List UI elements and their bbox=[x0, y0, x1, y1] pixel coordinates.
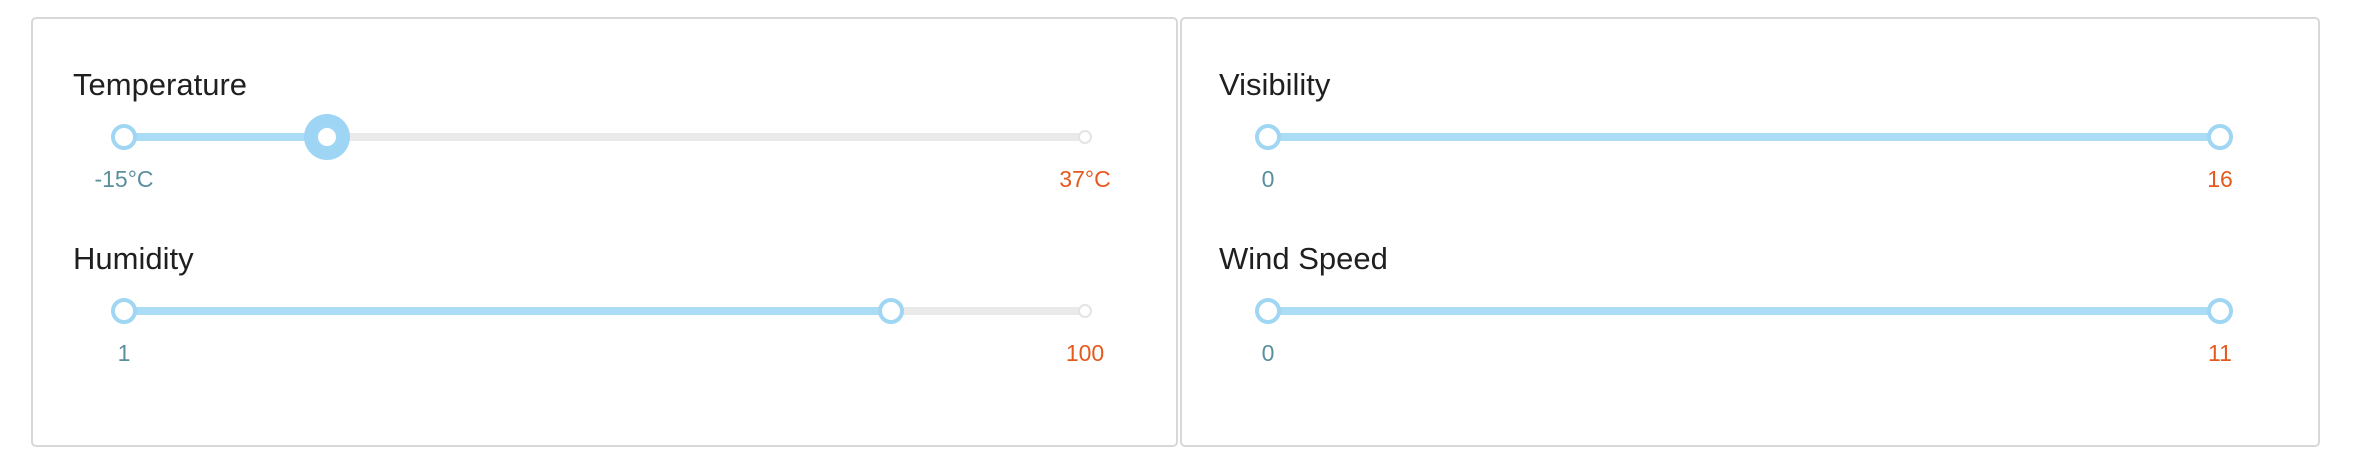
humidity-min-handle[interactable] bbox=[111, 298, 137, 324]
humidity-max-handle[interactable] bbox=[877, 298, 904, 324]
wind-speed-max-value: 11 bbox=[2208, 340, 2232, 366]
wind-speed-min-handle[interactable] bbox=[1255, 298, 1281, 324]
visibility-slider[interactable] bbox=[1255, 117, 2233, 157]
wind-speed-range-fill bbox=[1268, 307, 2220, 315]
wind-speed-min-value: 0 bbox=[1261, 340, 1275, 366]
humidity-label: Humidity bbox=[73, 241, 194, 276]
visibility-max-handle[interactable] bbox=[2207, 124, 2233, 150]
humidity-min-value: 1 bbox=[117, 340, 131, 366]
visibility-min-value: 0 bbox=[1261, 166, 1275, 192]
humidity-track-end bbox=[1078, 304, 1092, 318]
humidity-slider[interactable] bbox=[111, 291, 1092, 331]
humidity-range-fill bbox=[124, 307, 891, 315]
filter-panel-right: Visibility 0 16 Wind Speed 0 11 bbox=[1180, 17, 2320, 447]
humidity-max-value: 100 bbox=[1065, 340, 1105, 366]
temperature-track-end bbox=[1078, 130, 1092, 144]
visibility-min-handle[interactable] bbox=[1255, 124, 1281, 150]
temperature-min-handle[interactable] bbox=[111, 124, 137, 150]
wind-speed-slider[interactable] bbox=[1255, 291, 2233, 331]
filter-panel-left: Temperature -15°C 37°C Humidity 1 100 bbox=[31, 17, 1178, 447]
wind-speed-label: Wind Speed bbox=[1219, 241, 1388, 276]
temperature-min-value: -15°C bbox=[94, 166, 154, 192]
temperature-max-value: 37°C bbox=[1059, 166, 1111, 192]
visibility-label: Visibility bbox=[1219, 67, 1331, 102]
temperature-slider[interactable] bbox=[111, 117, 1092, 157]
visibility-max-value: 16 bbox=[2207, 166, 2233, 192]
temperature-max-handle[interactable] bbox=[314, 124, 341, 150]
visibility-range-fill bbox=[1268, 133, 2220, 141]
temperature-label: Temperature bbox=[73, 67, 248, 102]
temperature-range-fill bbox=[124, 133, 328, 141]
wind-speed-max-handle[interactable] bbox=[2207, 298, 2233, 324]
